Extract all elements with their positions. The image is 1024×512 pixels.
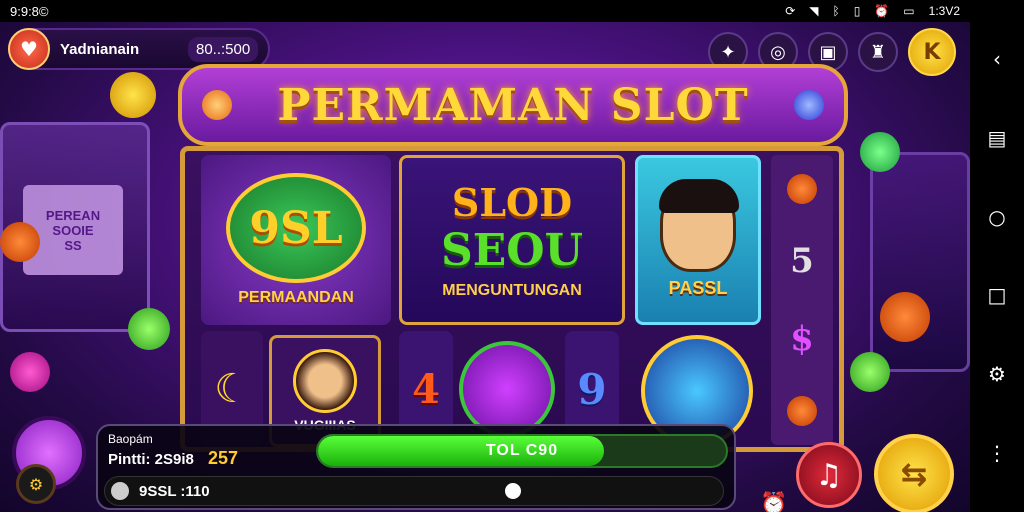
status-right-time: 1:3V2 bbox=[928, 4, 960, 18]
info-line: Pintti: 2S9i8 257 bbox=[108, 448, 238, 469]
reel-number: 4 bbox=[412, 365, 440, 413]
system-nav-bar: ‹ ▤ ○ □ ⚙ ⋮ bbox=[970, 0, 1024, 512]
spin-button[interactable]: ⇆ bbox=[874, 434, 954, 512]
slider-knob[interactable] bbox=[505, 483, 521, 499]
sync-icon: ⟳ bbox=[785, 4, 796, 18]
fruit-symbol-icon bbox=[787, 396, 817, 427]
toggle-icon[interactable] bbox=[111, 482, 129, 500]
reel-symbol: 5 bbox=[790, 241, 814, 282]
gem-icon bbox=[794, 90, 824, 120]
bonus-orb-icon[interactable] bbox=[459, 341, 555, 437]
trophy-icon[interactable]: ♜ bbox=[858, 32, 898, 72]
recents-icon[interactable]: □ bbox=[983, 281, 1011, 309]
coin-decoration bbox=[128, 308, 170, 350]
featured-line-3: MENGUNTUNGAN bbox=[442, 282, 582, 299]
status-icons: ⟳ ◥ ᛒ ▯ ⏰ ▭ 1:3V2 bbox=[785, 4, 960, 18]
bet-row[interactable]: 9SSL :110 bbox=[104, 476, 724, 506]
battery-icon: ▭ bbox=[903, 4, 915, 18]
more-icon[interactable]: ⋮ bbox=[983, 439, 1011, 467]
bet-row-text: 9SSL :110 bbox=[139, 482, 210, 500]
slot-reel: 5 $ bbox=[771, 155, 833, 445]
home-icon[interactable]: ○ bbox=[983, 203, 1011, 231]
info-labels: Baopám Pintti: 2S9i8 257 bbox=[108, 432, 238, 469]
progress-bar: TOL C90 bbox=[316, 434, 728, 468]
status-time: 9:9:8© bbox=[10, 3, 49, 19]
slot-machine-decoration-right bbox=[870, 152, 970, 372]
game-tile-featured[interactable]: SLOD SEOU MENGUNTUNGAN bbox=[399, 155, 625, 325]
clipboard-icon[interactable]: ▤ bbox=[983, 124, 1011, 152]
slot-frame: 9SL PERMAANDAN SLOD SEOU MENGUNTUNGAN PA… bbox=[180, 146, 844, 452]
status-bar: 9:9:8© ⟳ ◥ ᛒ ▯ ⏰ ▭ 1:3V2 bbox=[0, 0, 970, 22]
game-tile-9sl[interactable]: 9SL PERMAANDAN bbox=[201, 155, 391, 325]
coin-decoration bbox=[0, 222, 40, 262]
coin-decoration bbox=[880, 292, 930, 342]
bluetooth-icon: ᛒ bbox=[832, 4, 840, 18]
alarm-icon: ⏰ bbox=[874, 4, 890, 18]
back-icon[interactable]: ‹ bbox=[983, 45, 1011, 73]
vibrate-icon: ▯ bbox=[853, 4, 861, 18]
character-name: PASSL bbox=[668, 277, 728, 298]
title-banner: PERMAMAN SLOT bbox=[178, 64, 848, 146]
coin-decoration bbox=[860, 132, 900, 172]
reel-symbol: $ bbox=[790, 318, 814, 359]
settings-icon[interactable]: ⚙ bbox=[16, 464, 56, 504]
moon-icon: ☾ bbox=[214, 366, 250, 412]
info-highlight: 257 bbox=[208, 448, 239, 468]
game-screen: PEREAN SOOIE SS ♥ Yadnianain 80..:500 ✦ … bbox=[0, 22, 970, 512]
page-title: PERMAMAN SLOT bbox=[277, 79, 749, 131]
info-panel: Baopám Pintti: 2S9i8 257 TOL C90 9SSL :1… bbox=[96, 424, 736, 510]
portrait-image bbox=[293, 349, 357, 413]
reel-number: 9 bbox=[577, 364, 607, 414]
progress-label: TOL C90 bbox=[485, 442, 559, 459]
game-logo: 9SL bbox=[226, 173, 366, 283]
avatar[interactable]: ♥ bbox=[8, 28, 50, 70]
game-tile-avatar[interactable]: PASSL bbox=[635, 155, 761, 325]
gem-icon bbox=[202, 90, 232, 120]
wifi-icon: ◥ bbox=[809, 4, 819, 18]
settings-icon[interactable]: ⚙ bbox=[983, 360, 1011, 388]
music-icon[interactable]: ♫ bbox=[796, 442, 862, 508]
featured-line-1: SLOD bbox=[451, 180, 573, 225]
featured-line-2: SEOU bbox=[440, 225, 583, 276]
coin-decoration bbox=[110, 72, 156, 118]
info-line-text: Pintti: 2S9i8 bbox=[108, 451, 194, 468]
machine-screen: PEREAN SOOIE SS bbox=[23, 185, 123, 275]
coin-decoration bbox=[850, 352, 890, 392]
fruit-symbol-icon bbox=[787, 173, 817, 204]
username: Yadnianain bbox=[60, 40, 140, 58]
coin-decoration bbox=[10, 352, 50, 392]
king-icon[interactable]: K bbox=[908, 28, 956, 76]
game-tile-caption: PERMAANDAN bbox=[238, 289, 354, 306]
info-small-label: Baopám bbox=[108, 432, 153, 446]
character-portrait bbox=[659, 178, 739, 272]
balance-value: 80..:500 bbox=[188, 36, 259, 62]
timer-icon[interactable]: ⏰ bbox=[760, 492, 787, 512]
